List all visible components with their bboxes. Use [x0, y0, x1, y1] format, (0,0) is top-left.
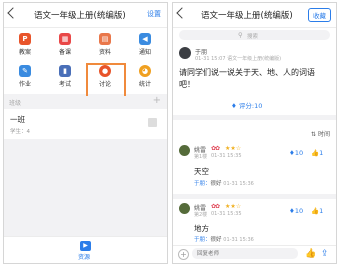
comment-text: 很好 — [210, 181, 222, 187]
resources-icon[interactable]: ▶ — [80, 241, 91, 251]
star-rating-icon: ★★☆ — [225, 145, 242, 152]
header: 语文一年级上册(统编版) 设置 — [4, 3, 167, 28]
nav-resources-label[interactable]: 资源 — [78, 252, 90, 261]
grid-item-label: 通知 — [138, 49, 151, 56]
grid-item-notice[interactable]: ◀ 通知 — [125, 30, 165, 60]
grid-item-label: 资料 — [98, 49, 111, 56]
add-class-icon[interactable]: + — [153, 95, 161, 106]
avatar[interactable] — [179, 47, 191, 59]
commenter-name: 于朋： — [194, 181, 211, 187]
grid-item-lesson-plan[interactable]: P 教案 — [5, 30, 45, 60]
add-icon[interactable]: + — [178, 249, 189, 260]
post-time: 01-31 15:07 语文一年级上册(统编版) — [195, 56, 282, 62]
grid-item-label: 备课 — [58, 49, 71, 56]
like-count: 1 — [319, 207, 324, 215]
teacher-comment: 于朋：很好 01-31 15:36 — [194, 179, 254, 187]
reward-text: 评分:10 — [238, 102, 263, 110]
grid-item-materials[interactable]: ▤ 资料 — [85, 30, 125, 60]
reply-floor: 第2楼 — [194, 212, 208, 218]
grid-item-label: 考试 — [58, 81, 71, 88]
back-icon[interactable] — [7, 7, 19, 19]
bottom-nav: ▶ 资源 — [4, 236, 167, 263]
settings-button[interactable]: 设置 — [147, 9, 161, 19]
materials-icon: ▤ — [99, 33, 111, 45]
like-count: 1 — [319, 149, 324, 157]
reply-answer: 地方 — [194, 224, 209, 233]
reward-icon: ♦ — [231, 102, 239, 110]
class-section-header: 班级 + — [4, 95, 167, 108]
divider — [173, 115, 336, 120]
discussion-screen: 语文一年级上册(统编版) 收藏 ⚲ 搜索 于朋 01-31 15:07 语文一年… — [172, 2, 337, 264]
commenter-name: 于朋： — [194, 237, 211, 243]
reply-score[interactable]: ♦10 — [289, 207, 303, 215]
reply-input-bar: + 👍 ⇪ — [173, 245, 336, 263]
search-icon: ⚲ — [238, 31, 243, 39]
lesson-plan-icon: P — [19, 33, 31, 45]
exam-icon: ▮ — [59, 65, 71, 77]
notice-icon: ◀ — [139, 33, 151, 45]
course-home-screen: 语文一年级上册(统编版) 设置 P 教案 ▦ 备课 ▤ 资料 ◀ 通知 ✎ 作业… — [3, 2, 168, 264]
score-value: 10 — [294, 149, 304, 157]
reply-answer: 天空 — [194, 167, 209, 176]
grid-item-homework[interactable]: ✎ 作业 — [5, 62, 45, 92]
reply-item: 姚雷 ✿✿ ★★☆ 第1楼 01-31 15:35 ♦10 👍1 天空 于朋：很… — [173, 141, 336, 193]
reply-like[interactable]: 👍1 — [311, 149, 323, 157]
reply-input[interactable] — [192, 248, 298, 259]
comment-text: 很好 — [210, 237, 222, 243]
page-title: 语文一年级上册(统编版) — [34, 11, 126, 21]
class-student-count: 学生：4 — [10, 129, 30, 135]
score-value: 10 — [294, 207, 304, 215]
statistics-icon: ◕ — [139, 65, 151, 77]
teacher-comment: 于朋：很好 01-31 15:36 — [194, 235, 254, 243]
qr-code-icon[interactable] — [148, 118, 157, 127]
search-placeholder: 搜索 — [247, 34, 259, 40]
comment-time: 01-31 15:36 — [223, 237, 254, 243]
homework-icon: ✎ — [19, 65, 31, 77]
discussion-highlight-box — [86, 63, 126, 98]
comment-time: 01-31 15:36 — [223, 181, 254, 187]
star-rating-icon: ★★☆ — [225, 203, 242, 210]
favorite-button[interactable]: 收藏 — [308, 8, 331, 22]
sort-icon: ⇅ — [311, 131, 318, 138]
page-title: 语文一年级上册(统编版) — [201, 11, 293, 21]
class-name: 一班 — [10, 115, 25, 124]
sort-label: 时间 — [317, 131, 330, 138]
avatar[interactable] — [179, 145, 190, 156]
reward-score: ♦ 评分:10 — [231, 100, 262, 110]
section-label: 班级 — [9, 100, 22, 107]
reply-time: 01-31 15:35 — [211, 153, 242, 159]
grid-item-label: 统计 — [138, 81, 151, 88]
sort-button[interactable]: ⇅ 时间 — [311, 129, 330, 138]
class-card[interactable]: 一班 学生：4 — [4, 109, 167, 139]
header: 语文一年级上册(统编版) 收藏 — [173, 3, 336, 28]
reply-floor: 第1楼 — [194, 154, 208, 160]
flower-icon: ✿✿ — [211, 145, 220, 152]
discussion-question: 请同学们说一说关于天、地、人的词语吧！ — [179, 68, 315, 89]
search-input[interactable]: ⚲ 搜索 — [179, 30, 330, 40]
grid-item-label: 教案 — [18, 49, 31, 56]
reply-like[interactable]: 👍1 — [311, 207, 323, 215]
share-icon[interactable]: ⇪ — [321, 249, 329, 259]
thumbs-up-icon[interactable]: 👍 — [305, 249, 316, 259]
back-icon[interactable] — [176, 7, 188, 19]
reply-score[interactable]: ♦10 — [289, 149, 303, 157]
grid-item-statistics[interactable]: ◕ 统计 — [125, 62, 165, 92]
grid-item-prepare[interactable]: ▦ 备课 — [45, 30, 85, 60]
flower-icon: ✿✿ — [211, 203, 220, 210]
grid-item-exam[interactable]: ▮ 考试 — [45, 62, 85, 92]
avatar[interactable] — [179, 203, 190, 214]
thumbs-up-icon: 👍 — [311, 207, 320, 215]
reply-item: 姚雷 ✿✿ ★★☆ 第2楼 01-31 15:35 ♦10 👍1 地方 于朋：很… — [173, 199, 336, 247]
grid-item-label: 作业 — [18, 81, 31, 88]
reply-time: 01-31 15:35 — [211, 211, 242, 217]
thumbs-up-icon: 👍 — [311, 149, 320, 157]
prepare-icon: ▦ — [59, 33, 71, 45]
